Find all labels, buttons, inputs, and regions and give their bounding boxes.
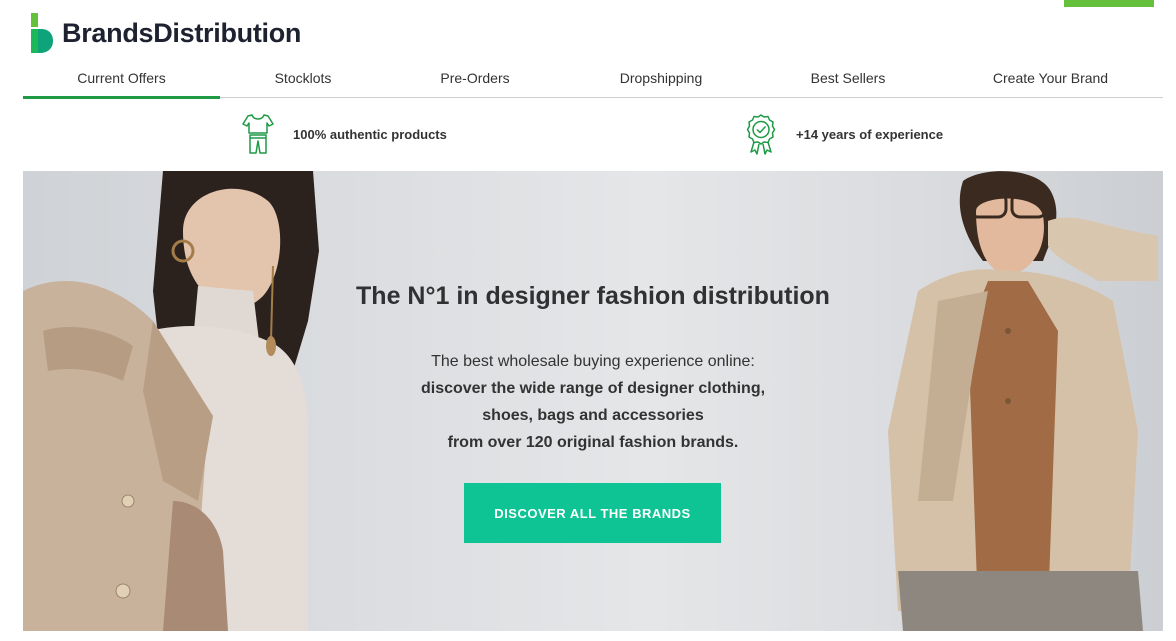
tab-dropshipping[interactable]: Dropshipping [564, 58, 758, 98]
hero-copy-line-2: discover the wide range of designer clot… [420, 380, 766, 397]
tab-pre-orders[interactable]: Pre-Orders [386, 58, 564, 98]
clothing-icon [242, 114, 274, 154]
discover-brands-button[interactable]: DISCOVER ALL THE BRANDS [464, 483, 721, 543]
main-nav: Current Offers Stocklots Pre-Orders Drop… [23, 58, 1163, 99]
feature-authentic-text: 100% authentic products [293, 126, 447, 142]
brand-logo[interactable]: BrandsDistribution [28, 12, 301, 54]
tab-current-offers[interactable]: Current Offers [23, 58, 220, 99]
hero-description: The best wholesale buying experience onl… [23, 348, 1163, 456]
hero-copy-line-1: The best wholesale buying experience onl… [431, 353, 755, 370]
tab-best-sellers[interactable]: Best Sellers [758, 58, 938, 98]
award-badge-icon [746, 114, 776, 155]
hero-banner: The N°1 in designer fashion distribution… [23, 171, 1163, 631]
hero-title: The N°1 in designer fashion distribution [356, 282, 830, 310]
feature-experience-text: +14 years of experience [796, 126, 944, 142]
feature-authentic: 100% authentic products [241, 113, 447, 155]
feature-strip: 100% authentic products +14 years of exp… [23, 99, 1163, 171]
feature-experience: +14 years of experience [744, 113, 943, 155]
logo-mark-icon [31, 13, 53, 53]
hero-copy-line-3: shoes, bags and accessories [482, 407, 704, 424]
top-accent-bar [1064, 0, 1154, 7]
tab-create-your-brand[interactable]: Create Your Brand [938, 58, 1163, 98]
brand-name: BrandsDistribution [62, 17, 302, 48]
tab-stocklots[interactable]: Stocklots [220, 58, 386, 98]
hero-copy-line-4: from over 120 original fashion brands. [447, 434, 739, 451]
